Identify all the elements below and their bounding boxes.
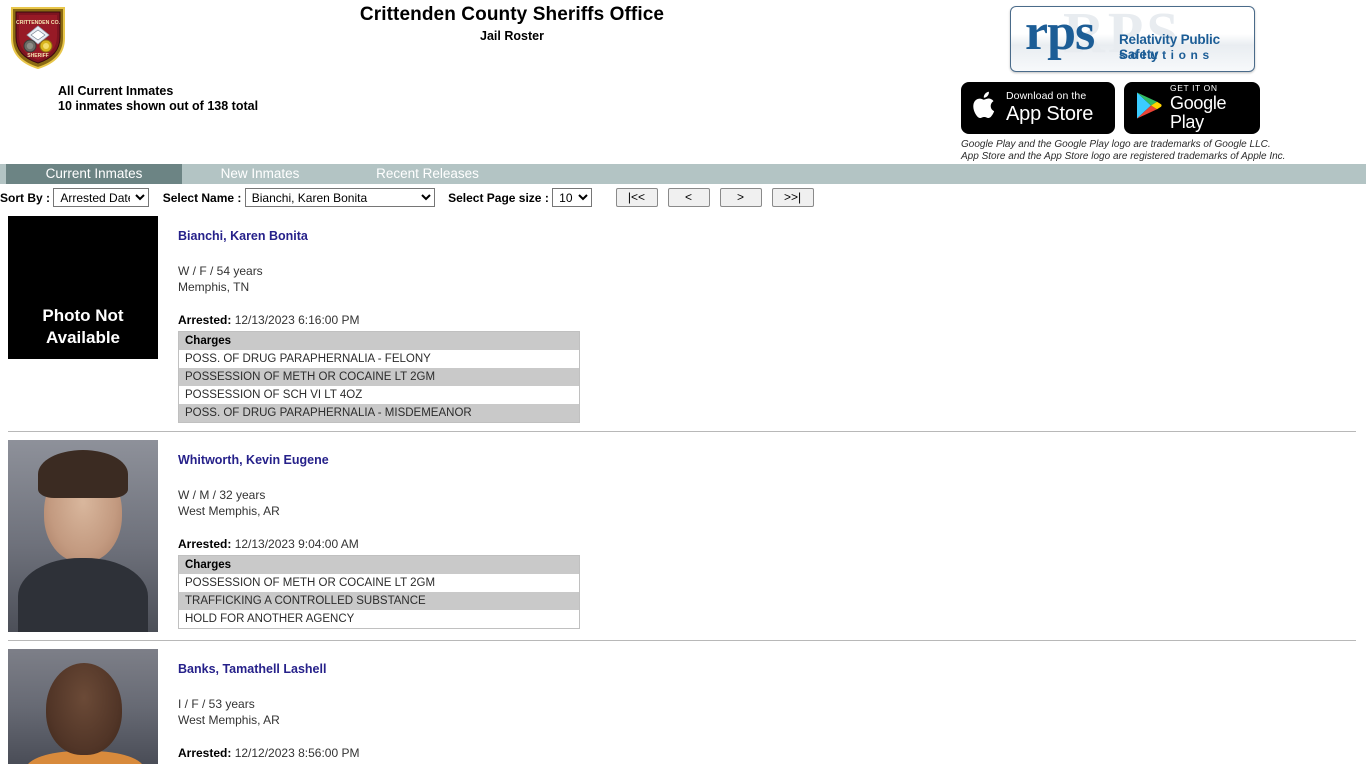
first-page-button[interactable]: |<< [615,188,658,207]
inmate-record: Banks, Tamathell Lashell I / F / 53 years… [0,649,1366,764]
arrested-datetime: 12/12/2023 8:56:00 PM [231,746,360,760]
tab-new-inmates[interactable]: New Inmates [190,164,330,184]
app-store-label: Download on the App Store [1006,91,1093,124]
inmate-photo-cell [8,649,158,764]
arrested-label: Arrested: [178,746,232,760]
photo-placeholder-line1: Photo Not [42,306,124,325]
inmate-details: Whitworth, Kevin Eugene W / M / 32 years W… [178,440,1366,629]
charge-row: POSS. OF DRUG PARAPHERNALIA - FELONY [178,350,580,368]
rps-wordmark: rps [1025,6,1095,61]
inmate-race-sex-age: W / M / 32 years [178,488,266,502]
trademark-apple: App Store and the App Store logo are reg… [961,150,1286,162]
inmate-photo-cell: Photo Not Available [8,216,158,359]
charge-description: HOLD FOR ANOTHER AGENCY [178,610,580,629]
summary-count: 10 inmates shown out of 138 total [58,99,259,113]
page-title-block: Crittenden County Sheriffs Office Jail R… [0,4,1024,44]
inmate-race-sex-age: W / F / 54 years [178,264,263,278]
summary-heading: All Current Inmates [58,84,174,98]
page-size-label: Select Page size : [448,190,549,205]
rps-logo: RPS rps Relativity Public Safety solutio… [1010,6,1255,72]
filter-toolbar: Sort By : Arrested DateNameAge Select Na… [0,188,1366,210]
charge-row: POSS. OF DRUG PARAPHERNALIA - MISDEMEANO… [178,404,580,423]
arrested-label: Arrested: [178,537,232,551]
rps-tagline-line2: solutions [1119,48,1214,62]
roster-summary: All Current Inmates 10 inmates shown out… [58,84,258,114]
last-page-button[interactable]: >>| [771,188,814,207]
inmate-demographics: W / M / 32 years West Memphis, AR [178,487,1366,519]
inmate-record: Photo Not Available Bianchi, Karen Bonita W… [0,216,1366,423]
google-play-small-text: GET IT ON [1170,83,1218,94]
arrested-label: Arrested: [178,313,232,327]
svg-text:CRITTENDEN CO.: CRITTENDEN CO. [16,20,61,26]
inmate-name-link[interactable]: Bianchi, Karen Bonita [178,229,308,243]
google-play-icon [1135,91,1162,125]
trademark-google: Google Play and the Google Play logo are… [961,139,1271,150]
inmate-arrested-row: Arrested: 12/13/2023 9:04:00 AM [178,537,1366,551]
store-badges: Download on the App Store GET IT ON Goog… [961,82,1260,134]
charge-row: POSSESSION OF METH OR COCAINE LT 2GM [178,574,580,592]
charges-table: Charges POSS. OF DRUG PARAPHERNALIA - FEL… [178,331,580,423]
app-store-small-text: Download on the [1006,90,1087,103]
charge-row: TRAFFICKING A CONTROLLED SUBSTANCE [178,592,580,610]
google-play-badge[interactable]: GET IT ON Google Play [1124,82,1260,134]
photo-placeholder-line2: Available [45,328,121,347]
charge-description: POSSESSION OF METH OR COCAINE LT 2GM [178,574,580,592]
inmate-details: Bianchi, Karen Bonita W / F / 54 years Mem… [178,216,1366,423]
tab-current-inmates[interactable]: Current Inmates [6,164,182,184]
inmate-divider [8,640,1356,641]
page-header: CRITTENDEN CO. SHERIFF Crittenden County… [0,0,1366,162]
inmate-name-link[interactable]: Banks, Tamathell Lashell [178,662,326,676]
charge-description: POSS. OF DRUG PARAPHERNALIA - MISDEMEANO… [178,404,580,423]
charge-description: POSSESSION OF METH OR COCAINE LT 2GM [178,368,580,386]
inmate-details: Banks, Tamathell Lashell I / F / 53 years… [178,649,1366,760]
tab-recent-releases[interactable]: Recent Releases [350,164,505,184]
inmate-demographics: I / F / 53 years West Memphis, AR [178,696,1366,728]
inmate-city-state: West Memphis, AR [178,713,280,727]
arrested-datetime: 12/13/2023 9:04:00 AM [231,537,359,551]
google-play-big-text: Google Play [1170,93,1227,132]
trademark-notice: Google Play and the Google Play logo are… [961,139,1285,162]
tab-bar: Current Inmates New Inmates Recent Relea… [0,164,1366,184]
select-name-label: Select Name : [162,190,242,205]
sheriff-badge-icon: CRITTENDEN CO. SHERIFF [8,2,68,70]
inmate-arrested-row: Arrested: 12/12/2023 8:56:00 PM [178,746,1366,760]
svg-text:SHERIFF: SHERIFF [27,53,48,59]
inmate-roster: Photo Not Available Bianchi, Karen Bonita W… [0,216,1366,764]
photo-not-available-placeholder: Photo Not Available [8,216,158,359]
app-store-big-text: App Store [1006,102,1094,125]
charge-row: POSSESSION OF SCH VI LT 4OZ [178,386,580,404]
charge-row: POSSESSION OF METH OR COCAINE LT 2GM [178,368,580,386]
select-name-dropdown[interactable]: Bianchi, Karen BonitaWhitworth, Kevin Eu… [244,188,435,207]
inmate-photo-cell [8,440,158,632]
sort-by-select[interactable]: Arrested DateNameAge [53,188,150,207]
charge-description: TRAFFICKING A CONTROLLED SUBSTANCE [178,592,580,610]
charge-row: HOLD FOR ANOTHER AGENCY [178,610,580,629]
page-title: Crittenden County Sheriffs Office [359,4,665,25]
previous-page-button[interactable]: < [667,188,710,207]
inmate-city-state: West Memphis, AR [178,504,280,518]
inmate-divider [8,431,1356,432]
inmate-mugshot[interactable] [8,440,158,632]
inmate-demographics: W / F / 54 years Memphis, TN [178,263,1366,295]
inmate-mugshot[interactable] [8,649,158,764]
inmate-city-state: Memphis, TN [178,280,250,294]
sort-by-label: Sort By : [0,190,51,205]
next-page-button[interactable]: > [719,188,762,207]
charge-description: POSS. OF DRUG PARAPHERNALIA - FELONY [178,350,580,368]
inmate-arrested-row: Arrested: 12/13/2023 6:16:00 PM [178,313,1366,327]
apple-icon [972,90,998,126]
charges-table: Charges POSSESSION OF METH OR COCAINE LT … [178,555,580,629]
charge-description: POSSESSION OF SCH VI LT 4OZ [178,386,580,404]
charges-column-header: Charges [178,555,580,574]
page-size-select[interactable]: 102550100 [552,188,593,207]
inmate-record: Whitworth, Kevin Eugene W / M / 32 years W… [0,440,1366,632]
arrested-datetime: 12/13/2023 6:16:00 PM [231,313,360,327]
inmate-name-link[interactable]: Whitworth, Kevin Eugene [178,453,329,467]
app-store-badge[interactable]: Download on the App Store [961,82,1115,134]
page-subtitle: Jail Roster [480,29,544,43]
inmate-race-sex-age: I / F / 53 years [178,697,255,711]
charges-column-header: Charges [178,331,580,350]
google-play-label: GET IT ON Google Play [1170,84,1247,132]
